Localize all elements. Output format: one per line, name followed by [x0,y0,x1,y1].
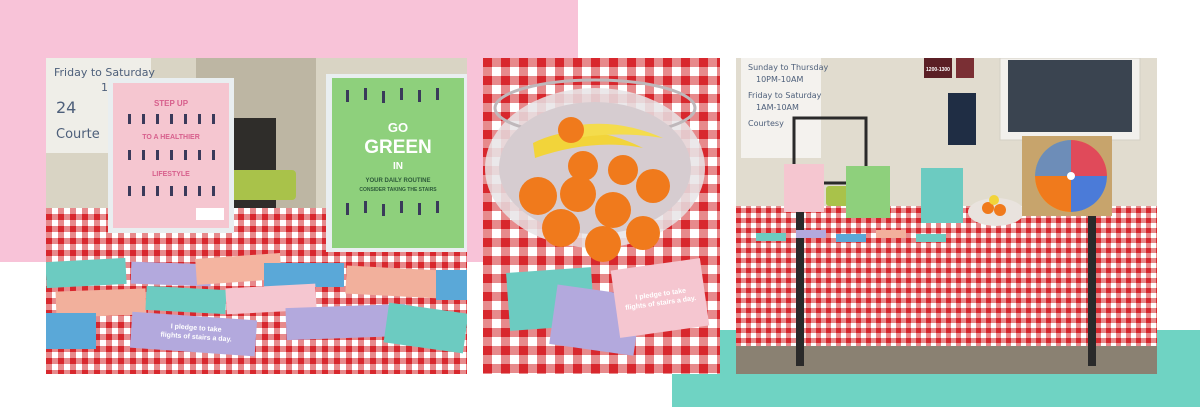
svg-text:LIFESTYLE: LIFESTYLE [152,171,190,178]
photo-booth-setup: Sunday to Thursday 10PM-10AM Friday to S… [736,58,1157,374]
svg-text:CONSIDER TAKING THE STAIRS: CONSIDER TAKING THE STAIRS [359,187,437,193]
photo-table-posters: Friday to Saturday 1AM 24 Courte STEP UP… [46,58,467,374]
poster-green [846,166,890,218]
svg-text:IN: IN [393,161,403,172]
prize-wheel[interactable] [1035,140,1107,212]
svg-text:YOUR DAILY ROUTINE: YOUR DAILY ROUTINE [365,178,430,184]
svg-text:Courte: Courte [56,127,100,142]
svg-text:GO: GO [388,120,408,135]
poster-pink [784,164,824,212]
wall-poster-dark [948,93,976,145]
svg-text:1200-1300: 1200-1300 [926,67,950,73]
svg-text:10PM-10AM: 10PM-10AM [756,75,803,84]
poster-teal [921,168,963,223]
svg-text:STEP UP: STEP UP [154,99,189,108]
svg-text:TO A HEALTHIER: TO A HEALTHIER [142,134,200,141]
photo-fruit-bowl: I pledge to take flights of stairs a day… [483,58,720,374]
svg-text:24: 24 [56,98,76,117]
svg-text:Sunday to Thursday: Sunday to Thursday [748,63,829,72]
svg-text:GREEN: GREEN [364,137,432,158]
svg-text:1AM-10AM: 1AM-10AM [756,103,799,112]
svg-text:Friday to Saturday: Friday to Saturday [748,91,822,100]
svg-text:Courtesy: Courtesy [748,119,784,128]
svg-text:Friday to Saturday: Friday to Saturday [54,66,155,79]
